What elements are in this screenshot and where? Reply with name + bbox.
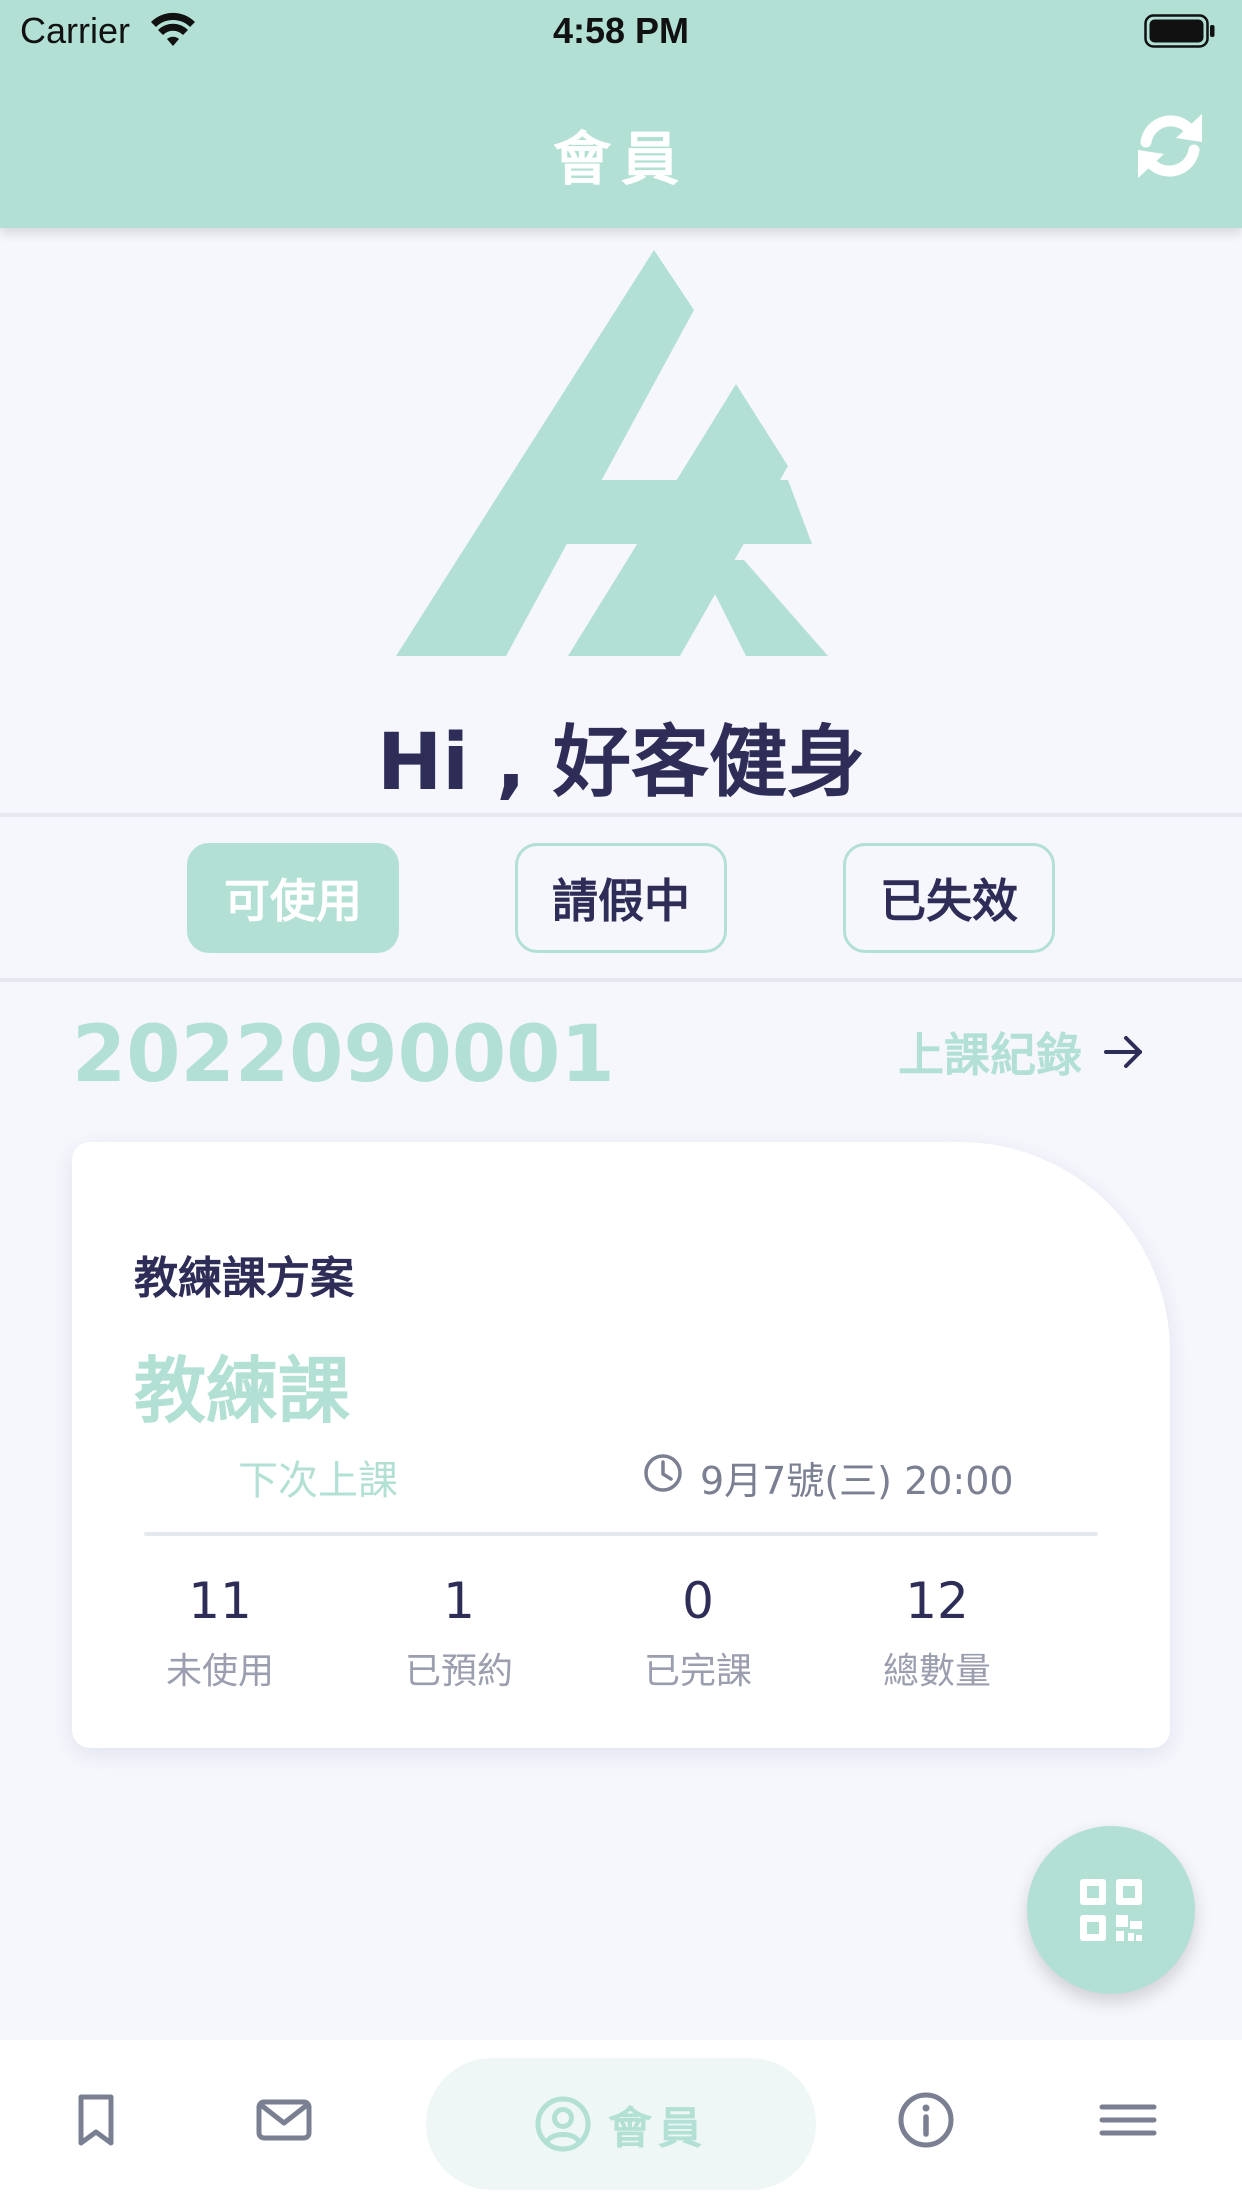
stat-label: 已預約: [404, 1651, 513, 1692]
qr-code-button[interactable]: [1027, 1826, 1195, 1994]
stat-total: 12 總數量: [817, 1572, 1057, 1694]
bottom-navigation: 會員: [0, 2040, 1242, 2208]
qr-code-icon: [1080, 1879, 1142, 1941]
nav-member-label: 會員: [608, 2103, 708, 2154]
stat-unused: 11 未使用: [100, 1572, 340, 1694]
page-title: 會員: [552, 125, 689, 193]
stat-label: 未使用: [165, 1651, 274, 1692]
greeting-text: Hi , 好客健身: [377, 718, 865, 808]
user-circle-icon: [535, 2096, 591, 2152]
mail-icon: [256, 2099, 312, 2141]
divider: [0, 978, 1242, 982]
plan-type-label: 教練課方案: [134, 1253, 354, 1304]
arrow-right-icon: [1104, 1036, 1142, 1068]
member-id: 2022090001: [72, 1010, 615, 1100]
stat-label: 已完課: [643, 1651, 752, 1692]
bookmark-icon: [78, 2094, 114, 2146]
stat-value: 11: [188, 1572, 252, 1630]
stat-booked: 1 已預約: [339, 1572, 579, 1694]
divider: [0, 813, 1242, 817]
clock-icon: [644, 1454, 682, 1492]
tab-on-leave[interactable]: 請假中: [515, 843, 727, 953]
nav-info[interactable]: [886, 2080, 966, 2160]
app-header: Carrier 4:58 PM 會員: [0, 0, 1242, 228]
stat-value: 12: [905, 1572, 969, 1630]
brand-logo: [396, 250, 828, 656]
nav-menu[interactable]: [1088, 2080, 1168, 2160]
next-class-label: 下次上課: [238, 1458, 398, 1504]
class-records-label: 上課紀錄: [898, 1028, 1082, 1082]
nav-mail[interactable]: [244, 2080, 324, 2160]
stat-value: 0: [682, 1572, 714, 1630]
stat-value: 1: [443, 1572, 475, 1630]
card-divider: [144, 1532, 1098, 1536]
tab-available[interactable]: 可使用: [187, 843, 399, 953]
plan-name: 教練課: [134, 1349, 351, 1433]
nav-bookmark[interactable]: [56, 2080, 136, 2160]
nav-member[interactable]: 會員: [426, 2058, 816, 2190]
stat-label: 總數量: [882, 1651, 991, 1692]
info-icon: [898, 2092, 954, 2148]
battery-icon: [1144, 14, 1215, 48]
tab-expired[interactable]: 已失效: [843, 843, 1055, 953]
refresh-icon[interactable]: [1132, 108, 1208, 184]
stat-completed: 0 已完課: [578, 1572, 818, 1694]
status-bar: Carrier 4:58 PM: [0, 0, 1242, 62]
class-records-link[interactable]: 上課紀錄: [898, 1020, 1146, 1084]
member-screen: Carrier 4:58 PM 會員 Hi , 好客健身 可使用 請假中 已失效…: [0, 0, 1242, 2208]
menu-icon: [1099, 2104, 1157, 2136]
plan-card[interactable]: 教練課方案 教練課 下次上課 9月7號(三) 20:00 11 未使用 1 已預…: [72, 1142, 1170, 1748]
next-class-time: 9月7號(三) 20:00: [700, 1459, 1014, 1503]
status-time: 4:58 PM: [552, 10, 690, 51]
